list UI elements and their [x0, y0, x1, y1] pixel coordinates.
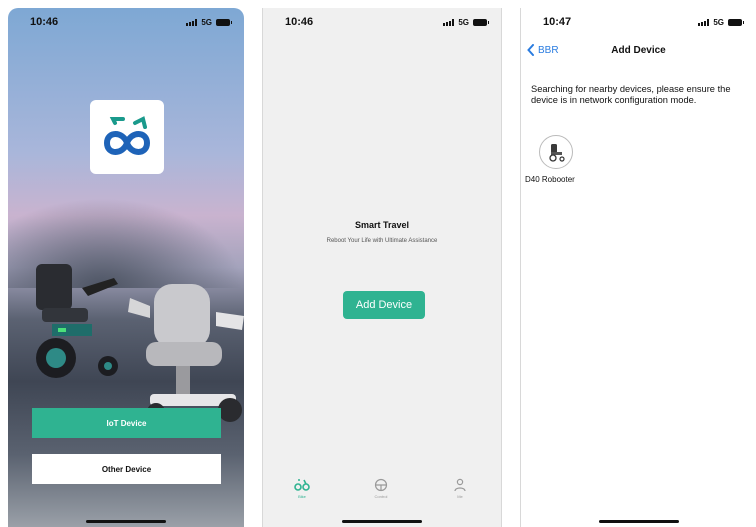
- device-item[interactable]: D40 Robooter: [525, 135, 587, 184]
- tab-label: Bike: [298, 494, 306, 499]
- battery-icon: [473, 18, 489, 26]
- signal-icon: [443, 18, 455, 26]
- status-time: 10:47: [543, 16, 572, 28]
- bike-icon: [294, 479, 310, 491]
- device-name: D40 Robooter: [525, 175, 575, 184]
- add-device-screen: 10:47 5G BBR Add Device Searching for ne…: [520, 8, 756, 527]
- person-icon: [454, 478, 466, 492]
- status-time: 10:46: [285, 16, 314, 28]
- tab-bike[interactable]: Bike: [287, 478, 317, 518]
- home-indicator: [86, 520, 166, 523]
- status-bar: 10:47 5G: [521, 8, 756, 36]
- tab-control[interactable]: Control: [366, 478, 396, 518]
- signal-icon: [698, 18, 710, 26]
- tab-me[interactable]: Me: [445, 478, 475, 518]
- other-device-button[interactable]: Other Device: [32, 454, 221, 484]
- dark-wheelchair-image: [36, 264, 118, 378]
- status-signal: 5G: [186, 17, 232, 27]
- status-time: 10:46: [30, 16, 59, 28]
- nav-bar: BBR Add Device: [521, 42, 756, 62]
- status-bar: 10:46 5G: [263, 8, 501, 36]
- home-screen: 10:46 5G Smart Travel Reboot Your Life w…: [262, 8, 502, 527]
- tab-label: Control: [374, 494, 388, 499]
- white-wheelchair-image: [128, 284, 244, 422]
- network-label: 5G: [713, 17, 724, 27]
- battery-icon: [216, 18, 232, 26]
- network-label: 5G: [201, 17, 212, 27]
- page-subtitle: Reboot Your Life with Ultimate Assistanc…: [326, 238, 438, 244]
- status-bar: 10:46 5G: [8, 8, 244, 36]
- add-device-button[interactable]: Add Device: [343, 291, 425, 319]
- status-signal: 5G: [698, 17, 744, 27]
- search-hint: Searching for nearby devices, please ens…: [531, 84, 731, 105]
- tab-label: Me: [457, 494, 463, 499]
- app-logo: [90, 100, 164, 174]
- wheelchair-icon: [539, 135, 573, 169]
- status-signal: 5G: [443, 17, 489, 27]
- battery-icon: [728, 18, 744, 26]
- robooter-logo-icon: [103, 116, 151, 155]
- home-indicator: [598, 520, 679, 523]
- steering-wheel-icon: [374, 478, 388, 492]
- welcome-screen: 10:46 5G IoT Device Other Device: [8, 8, 244, 527]
- page-title: Smart Travel: [354, 220, 410, 230]
- page-title: Add Device: [611, 45, 666, 56]
- iot-device-button[interactable]: IoT Device: [32, 408, 221, 438]
- home-indicator: [342, 520, 422, 523]
- network-label: 5G: [458, 17, 469, 27]
- signal-icon: [186, 18, 198, 26]
- tab-bar: Bike Control Me: [263, 478, 501, 518]
